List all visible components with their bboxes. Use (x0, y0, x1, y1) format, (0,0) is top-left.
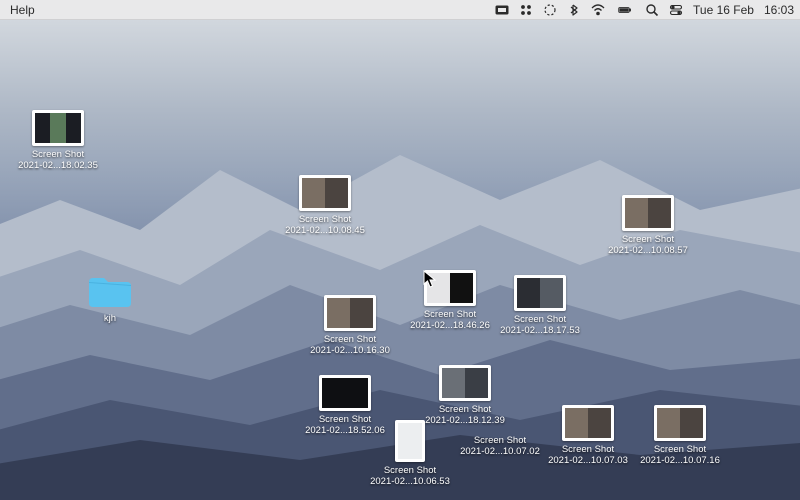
pointer-cursor-icon (423, 270, 437, 288)
screenshot-thumbnail-icon (622, 195, 674, 231)
folder-icon (86, 272, 134, 310)
screenshot-thumbnail-icon (299, 175, 351, 211)
file-label: Screen Shot 2021-02...10.06.53 (370, 465, 450, 487)
bluetooth-icon[interactable] (567, 3, 581, 17)
file-label: Screen Shot 2021-02...18.17.53 (500, 314, 580, 336)
file-label: Screen Shot 2021-02...10.07.03 (548, 444, 628, 466)
desktop[interactable]: Help Tue 16 Feb 16:03 Screen Shot 2021-0… (0, 0, 800, 500)
battery-icon[interactable] (615, 3, 635, 17)
desktop-file[interactable]: Screen Shot 2021-02...10.06.53 (370, 420, 450, 487)
input-source-icon[interactable] (495, 3, 509, 17)
desktop-file[interactable]: Screen Shot 2021-02...18.12.39 (425, 365, 505, 426)
file-label: Screen Shot 2021-02...10.08.45 (285, 214, 365, 236)
file-label: Screen Shot 2021-02...18.02.35 (18, 149, 98, 171)
desktop-file[interactable]: Screen Shot 2021-02...18.46.26 (410, 270, 490, 331)
file-label: Screen Shot 2021-02...10.16.30 (310, 334, 390, 356)
folder-label: kjh (104, 313, 116, 324)
desktop-file[interactable]: Screen Shot 2021-02...10.07.02 (460, 432, 540, 457)
screenshot-thumbnail-icon (32, 110, 84, 146)
sync-icon[interactable] (543, 3, 557, 17)
file-label: Screen Shot 2021-02...18.46.26 (410, 309, 490, 331)
menu-help[interactable]: Help (10, 3, 35, 17)
screenshot-thumbnail-icon (654, 405, 706, 441)
search-icon[interactable] (645, 3, 659, 17)
screenshot-thumbnail-icon (439, 365, 491, 401)
control-center-icon[interactable] (669, 3, 683, 17)
desktop-file[interactable]: Screen Shot 2021-02...10.07.16 (640, 405, 720, 466)
desktop-file[interactable]: Screen Shot 2021-02...10.16.30 (310, 295, 390, 356)
desktop-file[interactable]: Screen Shot 2021-02...18.02.35 (18, 110, 98, 171)
screenshot-thumbnail-icon (395, 420, 425, 462)
wifi-icon[interactable] (591, 3, 605, 17)
menubar: Help Tue 16 Feb 16:03 (0, 0, 800, 20)
menubar-date[interactable]: Tue 16 Feb (693, 3, 754, 17)
screenshot-thumbnail-icon (562, 405, 614, 441)
status-icons: Tue 16 Feb 16:03 (495, 3, 794, 17)
file-label: Screen Shot 2021-02...10.08.57 (608, 234, 688, 256)
desktop-folder[interactable]: kjh (70, 272, 150, 324)
menubar-time[interactable]: 16:03 (764, 3, 794, 17)
desktop-file[interactable]: Screen Shot 2021-02...10.07.03 (548, 405, 628, 466)
desktop-file[interactable]: Screen Shot 2021-02...10.08.45 (285, 175, 365, 236)
file-label: Screen Shot 2021-02...10.07.02 (460, 435, 540, 457)
assistant-icon[interactable] (519, 3, 533, 17)
screenshot-thumbnail-icon (324, 295, 376, 331)
desktop-file[interactable]: Screen Shot 2021-02...10.08.57 (608, 195, 688, 256)
screenshot-thumbnail-icon (514, 275, 566, 311)
screenshot-thumbnail-icon (319, 375, 371, 411)
file-label: Screen Shot 2021-02...10.07.16 (640, 444, 720, 466)
desktop-file[interactable]: Screen Shot 2021-02...18.17.53 (500, 275, 580, 336)
